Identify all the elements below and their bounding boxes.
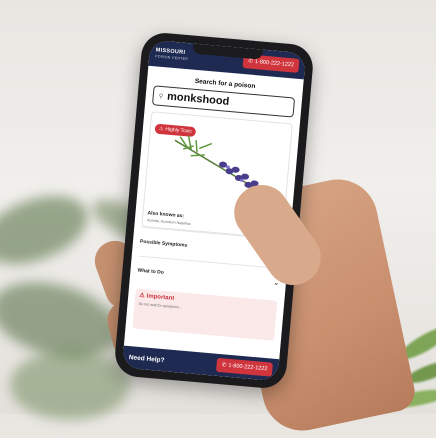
need-help-label: Need Help? [128,353,165,364]
call-footer-label: 1-800-222-1222 [228,362,268,373]
alert-icon: ⚠ [139,292,145,300]
logo: MISSOURI POISON CENTER [155,47,189,62]
important-notice: ⚠ Important Do not wait for symptoms... [132,288,278,341]
bottom-bar: Need Help? ✆ 1-800-222-1222 [121,345,280,382]
search-query: monkshood [166,90,230,108]
call-hotline-label: 1-800-222-1222 [254,59,295,69]
accordion-label: What to Do [137,267,165,276]
phone-icon: ✆ [221,362,227,369]
blurred-leaf [0,182,97,278]
important-title-label: Important [146,292,175,302]
blurred-leaf [10,350,130,420]
search-icon: ⚲ [158,93,164,100]
call-footer-button[interactable]: ✆ 1-800-222-1222 [216,357,273,377]
phone-icon: ✆ [248,58,254,65]
alert-icon: ⚠ [158,125,164,133]
accordion-label: Possible Symptoms [139,238,188,249]
